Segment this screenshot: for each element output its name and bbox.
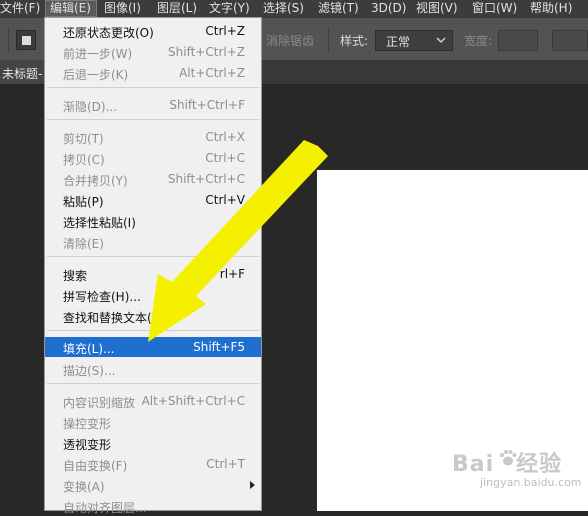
menu-item-paste-special[interactable]: 选择性粘贴(I) bbox=[45, 211, 261, 231]
menu-item-paste[interactable]: 粘贴(P) Ctrl+V bbox=[45, 190, 261, 210]
menu-item-label: 粘贴(P) bbox=[63, 195, 104, 209]
menu-separator bbox=[47, 256, 259, 257]
menu-item-spell-check[interactable]: 拼写检查(H)... bbox=[45, 285, 261, 305]
menu-help[interactable]: 帮助(H) bbox=[530, 0, 572, 17]
menu-item-auto-align-layers[interactable]: 自动对齐图层... bbox=[45, 496, 261, 516]
options-separator bbox=[8, 28, 9, 52]
style-select-value: 正常 bbox=[386, 35, 411, 49]
menu-window[interactable]: 窗口(W) bbox=[472, 0, 517, 17]
menu-item-label: 还原状态更改(O) bbox=[63, 26, 154, 40]
menu-item-undo[interactable]: 还原状态更改(O) Ctrl+Z bbox=[45, 21, 261, 41]
menu-item-copy[interactable]: 拷贝(C) Ctrl+C bbox=[45, 148, 261, 168]
menu-item-step-backward[interactable]: 后退一步(K) Alt+Ctrl+Z bbox=[45, 63, 261, 83]
menu-item-label: 自由变换(F) bbox=[63, 459, 128, 473]
document-tab-title: 未标题- bbox=[2, 67, 43, 81]
menu-item-shortcut: Shift+Ctrl+Z bbox=[168, 45, 245, 59]
menu-item-search[interactable]: 搜索 rl+F bbox=[45, 264, 261, 284]
menu-separator bbox=[47, 330, 259, 331]
options-separator bbox=[328, 28, 329, 52]
menu-item-copy-merged[interactable]: 合并拷贝(Y) Shift+Ctrl+C bbox=[45, 169, 261, 189]
menu-item-label: 剪切(T) bbox=[63, 132, 104, 146]
style-select[interactable]: 正常 bbox=[375, 30, 453, 51]
menu-item-label: 选择性粘贴(I) bbox=[63, 216, 136, 230]
menu-item-content-aware-scale[interactable]: 内容识别缩放 Alt+Shift+Ctrl+C bbox=[45, 391, 261, 411]
menu-item-label: 搜索 bbox=[63, 269, 88, 283]
menu-separator bbox=[47, 87, 259, 88]
menu-separator bbox=[47, 383, 259, 384]
menu-item-label: 填充(L)... bbox=[63, 342, 115, 356]
menu-item-shortcut: rl+F bbox=[219, 267, 245, 281]
menu-item-label: 合并拷贝(Y) bbox=[63, 174, 128, 188]
menu-item-shortcut: Alt+Ctrl+Z bbox=[179, 66, 245, 80]
menu-filter[interactable]: 滤镜(T) bbox=[318, 0, 359, 17]
tool-preset-icon[interactable] bbox=[16, 30, 36, 50]
chain-link-button[interactable] bbox=[552, 30, 588, 51]
menu-item-find-replace[interactable]: 查找和替换文本(X bbox=[45, 306, 261, 326]
menu-item-cut[interactable]: 剪切(T) Ctrl+X bbox=[45, 127, 261, 147]
menu-3d[interactable]: 3D(D) bbox=[371, 0, 406, 17]
baidu-watermark: Bai 经验 jingyan.baidu.com bbox=[452, 446, 582, 494]
menu-item-shortcut: Ctrl+C bbox=[205, 151, 245, 165]
menu-item-shortcut: Ctrl+X bbox=[205, 130, 245, 144]
menu-edit[interactable]: 编辑(E) bbox=[45, 0, 97, 17]
menu-select[interactable]: 选择(S) bbox=[263, 0, 304, 17]
menu-bar: 文件(F) 编辑(E) 图像(I) 图层(L) 文字(Y) 选择(S) 滤镜(T… bbox=[0, 0, 588, 17]
menu-item-label: 渐隐(D)... bbox=[63, 100, 118, 114]
menu-item-label: 描边(S)... bbox=[63, 364, 116, 378]
menu-item-free-transform[interactable]: 自由变换(F) Ctrl+T bbox=[45, 454, 261, 474]
menu-item-puppet-warp[interactable]: 操控变形 bbox=[45, 412, 261, 432]
menu-item-label: 拼写检查(H)... bbox=[63, 290, 141, 304]
menu-item-fill[interactable]: 填充(L)... Shift+F5 bbox=[45, 337, 261, 357]
menu-layer[interactable]: 图层(L) bbox=[157, 0, 197, 17]
menu-item-shortcut: Alt+Shift+Ctrl+C bbox=[141, 394, 245, 408]
menu-item-stroke[interactable]: 描边(S)... bbox=[45, 359, 261, 379]
menu-item-label: 前进一步(W) bbox=[63, 47, 133, 61]
menu-item-label: 透视变形 bbox=[63, 438, 112, 452]
chevron-down-icon bbox=[436, 37, 446, 44]
menu-separator bbox=[47, 119, 259, 120]
menu-item-step-forward[interactable]: 前进一步(W) Shift+Ctrl+Z bbox=[45, 42, 261, 62]
menu-item-shortcut: Ctrl+V bbox=[205, 193, 245, 207]
menu-item-shortcut: Shift+F5 bbox=[193, 340, 245, 354]
menu-item-shortcut: Ctrl+T bbox=[206, 457, 245, 471]
submenu-arrow-icon bbox=[250, 217, 255, 225]
menu-item-shortcut: Shift+Ctrl+C bbox=[167, 172, 245, 186]
menu-item-label: 操控变形 bbox=[63, 417, 112, 431]
paw-icon bbox=[500, 450, 517, 466]
menu-file[interactable]: 文件(F) bbox=[0, 0, 40, 17]
edit-menu-dropdown: 还原状态更改(O) Ctrl+Z 前进一步(W) Shift+Ctrl+Z 后退… bbox=[44, 17, 262, 515]
menu-item-perspective-warp[interactable]: 透视变形 bbox=[45, 433, 261, 453]
menu-item-label: 拷贝(C) bbox=[63, 153, 105, 167]
menu-type[interactable]: 文字(Y) bbox=[209, 0, 250, 17]
menu-item-clear[interactable]: 清除(E) bbox=[45, 232, 261, 252]
menu-item-label: 自动对齐图层... bbox=[63, 501, 147, 515]
antialias-label[interactable]: 消除锯齿 bbox=[266, 32, 314, 49]
menu-item-fade[interactable]: 渐隐(D)... Shift+Ctrl+F bbox=[45, 95, 261, 115]
menu-item-shortcut: Shift+Ctrl+F bbox=[169, 98, 245, 112]
menu-view[interactable]: 视图(V) bbox=[416, 0, 458, 17]
menu-item-label: 后退一步(K) bbox=[63, 68, 129, 82]
style-label: 样式: bbox=[340, 34, 369, 48]
submenu-arrow-icon bbox=[250, 481, 255, 489]
menu-image[interactable]: 图像(I) bbox=[104, 0, 141, 17]
menu-item-label: 内容识别缩放 bbox=[63, 396, 136, 410]
menu-item-label: 查找和替换文本(X bbox=[63, 311, 160, 325]
square-icon bbox=[22, 36, 31, 45]
menu-item-shortcut: Ctrl+Z bbox=[205, 24, 245, 38]
menu-item-transform[interactable]: 变换(A) bbox=[45, 475, 261, 495]
menu-item-label: 变换(A) bbox=[63, 480, 105, 494]
menu-item-label: 清除(E) bbox=[63, 237, 104, 251]
width-label: 宽度: bbox=[464, 34, 493, 48]
watermark-url: jingyan.baidu.com bbox=[480, 476, 582, 489]
width-input[interactable] bbox=[498, 30, 538, 51]
